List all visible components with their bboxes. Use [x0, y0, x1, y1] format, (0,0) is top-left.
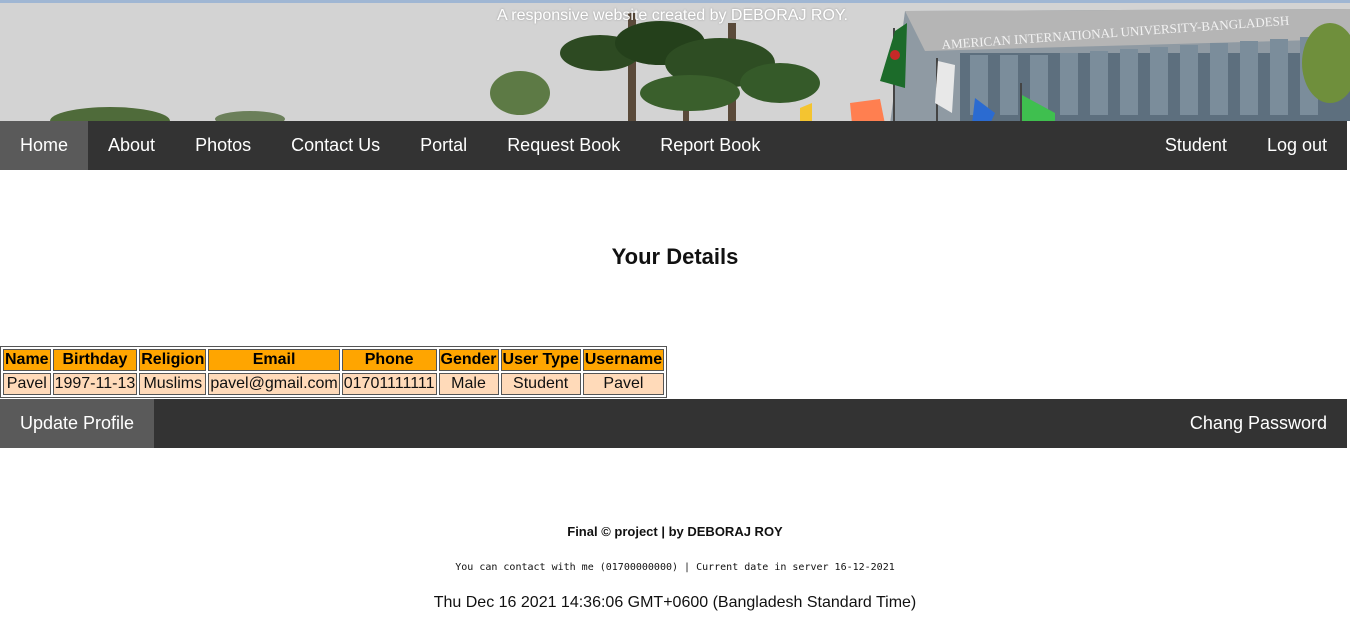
nav-photos[interactable]: Photos [175, 121, 271, 170]
cell-religion: Muslims [139, 373, 207, 395]
cell-user-type: Student [500, 373, 581, 395]
cell-name: Pavel [3, 373, 51, 395]
profile-nav-spacer [154, 399, 1170, 448]
nav-contact-us[interactable]: Contact Us [271, 121, 400, 170]
banner-caption: A responsive website created by DEBORAJ … [497, 7, 848, 24]
cell-username: Pavel [582, 373, 665, 395]
page-title: Your Details [611, 244, 739, 269]
nav-report-book[interactable]: Report Book [640, 121, 780, 170]
column-header-username: Username [582, 349, 665, 371]
footer-title: Final © project | by DEBORAJ ROY [567, 524, 783, 539]
column-header-birthday: Birthday [52, 349, 138, 371]
nav-logout[interactable]: Log out [1247, 121, 1347, 170]
nav-request-book[interactable]: Request Book [487, 121, 640, 170]
footer-contact-info: You can contact with me (01700000000) | … [455, 562, 895, 573]
user-details-table: Name Birthday Religion Email Phone Gende… [0, 346, 668, 398]
cell-birthday: 1997-11-13 [52, 373, 138, 395]
column-header-user-type: User Type [500, 349, 581, 371]
table-header-row: Name Birthday Religion Email Phone Gende… [3, 349, 665, 371]
column-header-email: Email [208, 349, 340, 371]
column-header-religion: Religion [139, 349, 207, 371]
main-navbar: Home About Photos Contact Us Portal Requ… [0, 121, 1347, 170]
profile-navbar: Update Profile Chang Password [0, 399, 1347, 448]
footer: Final © project | by DEBORAJ ROY You can… [0, 524, 1350, 612]
nav-home[interactable]: Home [0, 121, 89, 170]
header-banner: AMERICAN INTERNATIONAL UNIVERSITY-BANGLA… [0, 0, 1350, 121]
cell-phone: 01701111111 [341, 373, 437, 395]
nav-student[interactable]: Student [1145, 121, 1247, 170]
footer-clock: Thu Dec 16 2021 14:36:06 GMT+0600 (Bangl… [433, 594, 917, 611]
column-header-phone: Phone [341, 349, 437, 371]
cell-gender: Male [438, 373, 499, 395]
column-header-name: Name [3, 349, 51, 371]
cell-email: pavel@gmail.com [208, 373, 340, 395]
update-profile-button[interactable]: Update Profile [0, 399, 155, 448]
column-header-gender: Gender [438, 349, 499, 371]
nav-about[interactable]: About [88, 121, 175, 170]
table-row: Pavel 1997-11-13 Muslims pavel@gmail.com… [3, 373, 665, 395]
main-content: Your Details Name Birthday Religion Emai… [0, 170, 1350, 448]
nav-portal[interactable]: Portal [400, 121, 487, 170]
change-password-button[interactable]: Chang Password [1170, 399, 1347, 448]
